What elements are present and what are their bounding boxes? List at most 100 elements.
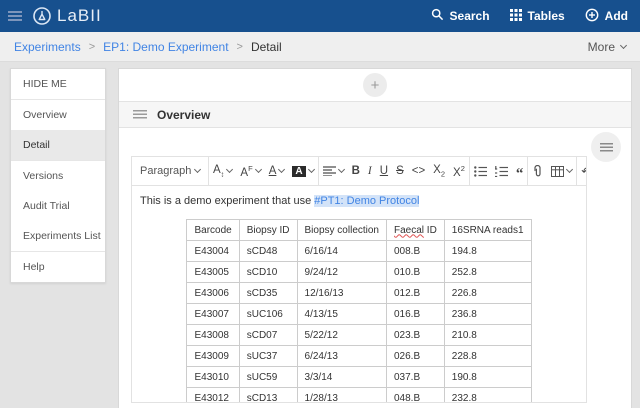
table-cell[interactable]: 3/3/14 [297,367,386,388]
protocol-link[interactable]: #PT1: Demo Protocol [314,195,419,207]
table-cell[interactable]: sCD07 [239,325,297,346]
sidebar-group: OverviewDetail [11,99,105,160]
table-cell[interactable]: 026.B [387,346,445,367]
table-cell[interactable]: E43004 [187,241,239,262]
table-cell[interactable]: E43009 [187,346,239,367]
menu-hamburger-icon[interactable] [8,11,22,21]
table-cell[interactable]: 9/24/12 [297,262,386,283]
tables-button[interactable]: Tables [510,9,565,24]
strikethrough-icon: S [396,165,404,177]
table-cell[interactable]: E43010 [187,367,239,388]
highlight-button[interactable]: A [288,157,317,185]
table-cell[interactable]: sCD48 [239,241,297,262]
sidebar-item-hide-me[interactable]: HIDE ME [11,69,105,99]
block-quote-button[interactable]: “ [512,157,528,185]
alignment-button[interactable] [319,157,348,185]
sidebar-item-detail[interactable]: Detail [11,130,105,160]
chevron-down-icon [620,41,627,48]
sidebar-item-experiments-list[interactable]: Experiments List [11,221,105,251]
table-header-cell[interactable]: 16SRNA reads1 [444,220,531,241]
attachment-button[interactable] [528,157,547,185]
strikethrough-button[interactable]: S [392,157,408,185]
table-header-cell[interactable]: Biopsy ID [239,220,297,241]
section-title: Overview [157,108,210,122]
table-cell[interactable]: 228.8 [444,346,531,367]
table-cell[interactable]: sUC59 [239,367,297,388]
search-icon [431,8,444,24]
sidebar-item-help[interactable]: Help [11,252,105,282]
table-cell[interactable]: 226.8 [444,283,531,304]
sidebar-item-audit-trial[interactable]: Audit Trial [11,191,105,221]
table-cell[interactable]: sCD35 [239,283,297,304]
add-button[interactable]: Add [585,8,628,25]
superscript-button[interactable]: X2 [449,157,469,185]
table-cell[interactable]: sCD13 [239,388,297,404]
table-cell[interactable]: 010.B [387,262,445,283]
table-cell[interactable]: 252.8 [444,262,531,283]
table-cell[interactable]: 12/16/13 [297,283,386,304]
breadcrumb-separator: > [229,41,251,53]
chevron-down-icon [226,166,233,173]
bulleted-list-button[interactable] [470,157,491,185]
paragraph-format-dropdown[interactable]: Paragraph [132,157,208,185]
table-cell[interactable]: 016.B [387,304,445,325]
main-panel: + Overview Paragraph A↕AFAABIUS<>X2X2“↶↷… [118,68,632,408]
drag-handle-icon[interactable] [133,110,147,119]
sidebar-item-versions[interactable]: Versions [11,161,105,191]
breadcrumb-experiments[interactable]: Experiments [14,40,81,54]
table-header-cell[interactable]: Barcode [187,220,239,241]
breadcrumb-experiment-ep1[interactable]: EP1: Demo Experiment [103,40,228,54]
more-button[interactable]: More [588,40,626,54]
table-cell[interactable]: 037.B [387,367,445,388]
block-quote-icon: “ [516,169,524,179]
table-cell[interactable]: 6/24/13 [297,346,386,367]
table-cell[interactable]: 008.B [387,241,445,262]
labii-logo[interactable]: LaBII [32,6,102,26]
table-cell[interactable]: 190.8 [444,367,531,388]
undo-button[interactable]: ↶ [577,157,587,185]
table-cell[interactable]: E43008 [187,325,239,346]
table-header-cell[interactable]: Faecal ID [387,220,445,241]
table-cell[interactable]: sCD10 [239,262,297,283]
insert-table-icon [551,166,564,177]
sidebar-menu: HIDE MEOverviewDetailVersionsAudit Trial… [10,68,106,283]
nav-action-label: Tables [528,9,565,23]
table-cell[interactable]: 194.8 [444,241,531,262]
table-cell[interactable]: 236.8 [444,304,531,325]
sidebar-group: VersionsAudit TrialExperiments List [11,160,105,251]
font-family-button[interactable]: AF [236,157,264,185]
table-cell[interactable]: 023.B [387,325,445,346]
table-cell[interactable]: 6/16/14 [297,241,386,262]
editor-content[interactable]: This is a demo experiment that use #PT1:… [131,186,587,403]
table-cell[interactable]: 4/13/15 [297,304,386,325]
labii-flask-icon [32,6,52,26]
table-cell[interactable]: E43007 [187,304,239,325]
underline-button[interactable]: U [376,157,392,185]
sidebar-item-overview[interactable]: Overview [11,100,105,130]
table-cell[interactable]: E43006 [187,283,239,304]
italic-button[interactable]: I [364,157,376,185]
table-cell[interactable]: E43005 [187,262,239,283]
table-cell[interactable]: 1/28/13 [297,388,386,404]
font-color-button[interactable]: A [265,157,289,185]
numbered-list-button[interactable] [491,157,512,185]
subscript-button[interactable]: X2 [429,157,449,185]
chevron-down-icon [566,166,573,173]
table-cell[interactable]: sUC37 [239,346,297,367]
chevron-down-icon [255,166,262,173]
search-button[interactable]: Search [431,8,490,24]
font-size-button[interactable]: A↕ [209,157,236,185]
add-section-button[interactable]: + [363,73,387,97]
table-cell[interactable]: E43012 [187,388,239,404]
table-cell[interactable]: 210.8 [444,325,531,346]
table-cell[interactable]: 048.B [387,388,445,404]
section-menu-button[interactable] [591,132,621,162]
insert-table-button[interactable] [547,157,576,185]
code-button[interactable]: <> [408,157,429,185]
table-cell[interactable]: 5/22/12 [297,325,386,346]
bold-button[interactable]: B [348,157,364,185]
table-header-cell[interactable]: Biopsy collection [297,220,386,241]
table-cell[interactable]: 012.B [387,283,445,304]
table-cell[interactable]: 232.8 [444,388,531,404]
table-cell[interactable]: sUC106 [239,304,297,325]
